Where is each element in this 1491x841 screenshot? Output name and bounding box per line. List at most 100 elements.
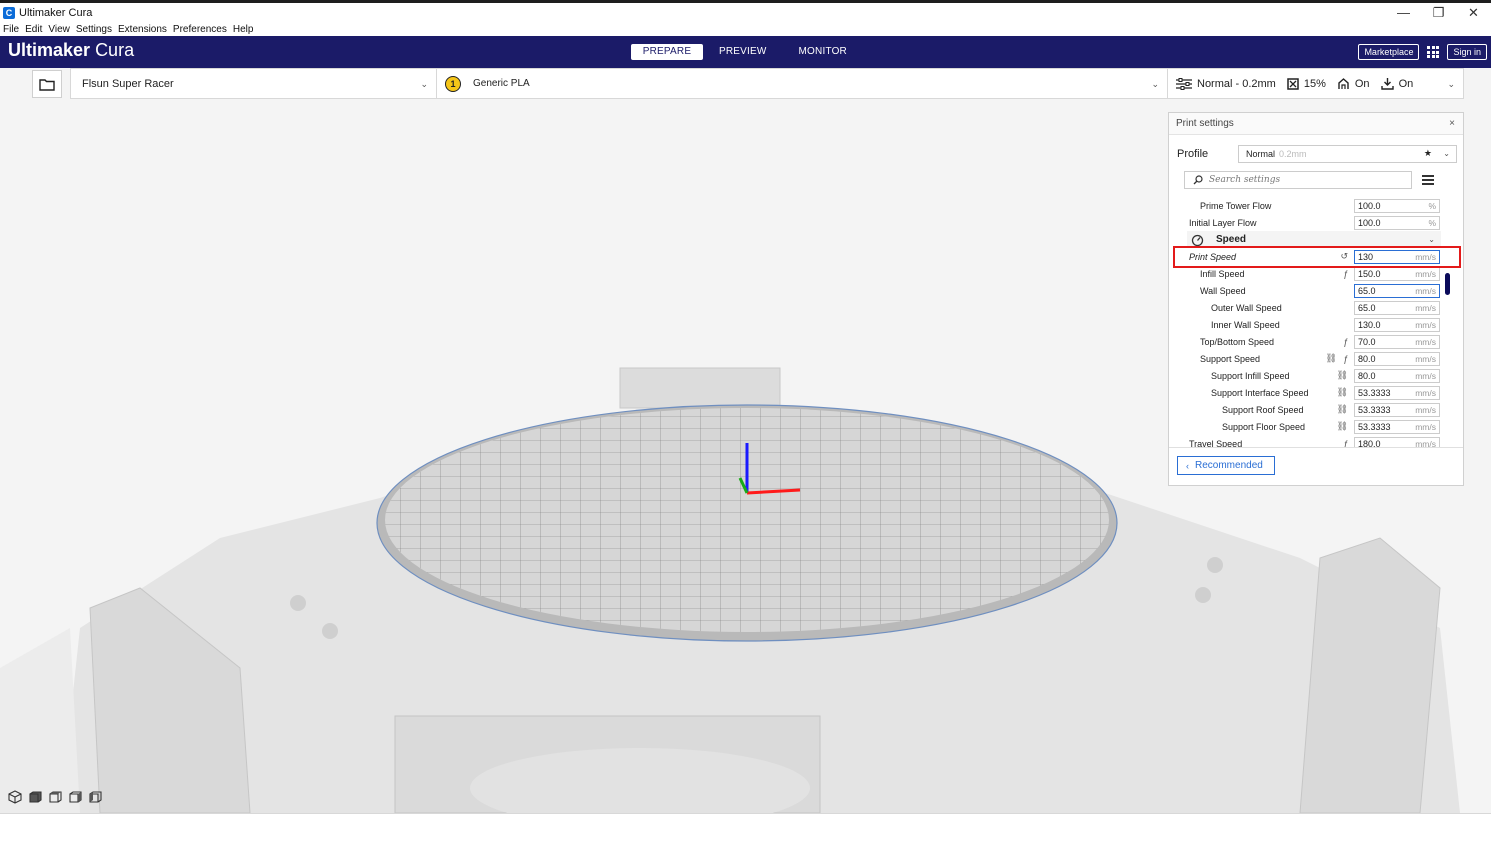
chevron-down-icon: ⌄ — [420, 79, 428, 89]
link-icon[interactable]: ⛓ — [1326, 353, 1337, 364]
setting-label: Support Speed — [1200, 353, 1261, 364]
recommended-mode-button[interactable]: ‹ Recommended — [1177, 456, 1275, 475]
support-icon — [1338, 77, 1349, 89]
setting-value-input[interactable]: 180.0 mm/s — [1354, 436, 1440, 447]
search-icon — [1193, 175, 1203, 185]
setting-value-input[interactable]: 80.0 mm/s — [1354, 351, 1440, 366]
link-icon[interactable]: ⛓ — [1337, 404, 1348, 415]
setting-value-input[interactable]: 100.0% — [1354, 215, 1440, 230]
function-icon[interactable]: ƒ — [1343, 439, 1348, 448]
setting-row-support-speed: Support Speed ⛓ ƒ 80.0 mm/s — [1169, 350, 1447, 367]
profile-summary: Normal - 0.2mm — [1176, 77, 1276, 90]
3d-view-icon[interactable] — [8, 790, 22, 804]
setting-value-input[interactable]: 150.0 mm/s — [1354, 266, 1440, 281]
setting-row-inner-wall-speed: Inner Wall Speed 130.0 mm/s — [1169, 316, 1447, 333]
setting-value-input[interactable]: 53.3333 mm/s — [1354, 419, 1440, 434]
sliders-icon — [1176, 77, 1192, 90]
stage-tabs: PREPARE PREVIEW MONITOR — [631, 44, 863, 60]
setting-value-input[interactable]: 70.0 mm/s — [1354, 334, 1440, 349]
menu-settings[interactable]: Settings — [76, 24, 112, 35]
open-file-button[interactable] — [32, 70, 62, 98]
tab-monitor[interactable]: MONITOR — [783, 44, 863, 60]
setting-label: Support Roof Speed — [1222, 404, 1304, 415]
sign-in-button[interactable]: Sign in — [1447, 44, 1487, 60]
print-setup-selector[interactable]: Normal - 0.2mm 15% On On ⌄ — [1168, 68, 1464, 99]
adhesion-icon — [1380, 77, 1394, 90]
top-view-icon[interactable] — [48, 790, 62, 804]
menu-extensions[interactable]: Extensions — [118, 24, 167, 35]
profile-dropdown[interactable]: Normal 0.2mm ★ ⌄ — [1238, 145, 1457, 163]
setting-value-input[interactable]: 53.3333 mm/s — [1354, 402, 1440, 417]
menu-view[interactable]: View — [48, 24, 70, 35]
setting-label: Outer Wall Speed — [1211, 302, 1282, 313]
search-settings-input[interactable]: Search settings — [1184, 171, 1412, 189]
cura-app-icon: C — [3, 6, 15, 19]
menu-file[interactable]: File — [3, 24, 19, 35]
window-titlebar: C Ultimaker Cura — ❐ ✕ — [0, 0, 1491, 22]
restore-button[interactable]: ❐ — [1421, 3, 1456, 22]
setting-row-support-infill-speed: Support Infill Speed ⛓ 80.0 mm/s — [1169, 367, 1447, 384]
minimize-button[interactable]: — — [1386, 3, 1421, 22]
setting-icons: ⛓ ƒ — [1322, 350, 1348, 367]
setting-value-input[interactable]: 80.0 mm/s — [1354, 368, 1440, 383]
material-selector[interactable]: 1 Generic PLA ⌄ — [437, 68, 1168, 99]
search-row: Search settings — [1184, 171, 1454, 189]
setting-label: Top/Bottom Speed — [1200, 336, 1275, 347]
setting-value-input[interactable]: 65.0 mm/s — [1354, 300, 1440, 315]
chevron-down-icon: ⌄ — [1447, 79, 1455, 89]
infill-summary: 15% — [1287, 78, 1326, 90]
setting-row-top-bottom-speed: Top/Bottom Speed ƒ 70.0 mm/s — [1169, 333, 1447, 350]
profile-row: Profile Normal 0.2mm ★ ⌄ — [1177, 145, 1457, 163]
setting-label: Initial Layer Flow — [1189, 217, 1257, 228]
setting-icons: ↺ — [1322, 248, 1348, 265]
menu-help[interactable]: Help — [233, 24, 254, 35]
link-icon[interactable]: ⛓ — [1337, 421, 1348, 432]
view-orientation-toolbar — [8, 790, 102, 804]
setting-label: Support Infill Speed — [1211, 370, 1290, 381]
setting-row-prime-tower-flow: Prime Tower Flow 100.0% — [1169, 197, 1447, 214]
marketplace-button[interactable]: Marketplace — [1358, 44, 1420, 60]
setting-icons: ⛓ — [1322, 384, 1348, 401]
link-icon[interactable]: ⛓ — [1337, 370, 1348, 381]
tab-prepare[interactable]: PREPARE — [631, 44, 703, 60]
support-summary: On — [1337, 78, 1370, 90]
close-button[interactable]: ✕ — [1456, 3, 1491, 22]
printer-selector[interactable]: Flsun Super Racer ⌄ — [70, 68, 437, 99]
extruder-badge: 1 — [445, 75, 461, 92]
setting-value-input[interactable]: 100.0% — [1354, 198, 1440, 213]
function-icon[interactable]: ƒ — [1343, 269, 1348, 279]
print-speed-input[interactable]: 130 mm/s — [1354, 249, 1440, 264]
brand-logo: Ultimaker Cura — [8, 40, 134, 61]
panel-title: Print settings — [1176, 118, 1234, 129]
section-speed[interactable]: Speed ⌄ — [1187, 231, 1441, 248]
setting-icons: ⛓ — [1322, 367, 1348, 384]
function-icon[interactable]: ƒ — [1343, 337, 1348, 347]
settings-visibility-menu-icon[interactable] — [1422, 175, 1434, 185]
star-icon: ★ — [1423, 148, 1432, 158]
setting-value-input[interactable]: 130.0 mm/s — [1354, 317, 1440, 332]
right-view-icon[interactable] — [88, 790, 102, 804]
function-icon[interactable]: ƒ — [1343, 354, 1348, 364]
support-value: On — [1354, 77, 1370, 90]
material-name: Generic PLA — [473, 78, 530, 89]
settings-scrollbar[interactable] — [1445, 273, 1450, 295]
brand-bold: Ultimaker — [8, 40, 91, 60]
setting-value-input[interactable]: 65.0 mm/s — [1354, 283, 1440, 298]
close-icon[interactable]: × — [1449, 118, 1455, 129]
profile-layer-height: 0.2mm — [1279, 149, 1307, 159]
left-view-icon[interactable] — [68, 790, 82, 804]
link-icon[interactable]: ⛓ — [1337, 387, 1348, 398]
chevron-down-icon: ⌄ — [1428, 235, 1435, 244]
front-view-icon[interactable] — [28, 790, 42, 804]
setting-label: Support Interface Speed — [1211, 387, 1309, 398]
setting-value-input[interactable]: 53.3333 mm/s — [1354, 385, 1440, 400]
folder-icon — [39, 78, 55, 91]
setting-label: Inner Wall Speed — [1211, 319, 1280, 330]
profile-summary-text: Normal - 0.2mm — [1197, 77, 1276, 90]
apps-grid-icon[interactable] — [1427, 46, 1440, 58]
reset-icon[interactable]: ↺ — [1340, 251, 1348, 262]
menu-preferences[interactable]: Preferences — [173, 24, 227, 35]
tab-preview[interactable]: PREVIEW — [703, 44, 783, 60]
recommended-label: Recommended — [1195, 460, 1263, 471]
menu-edit[interactable]: Edit — [25, 24, 42, 35]
